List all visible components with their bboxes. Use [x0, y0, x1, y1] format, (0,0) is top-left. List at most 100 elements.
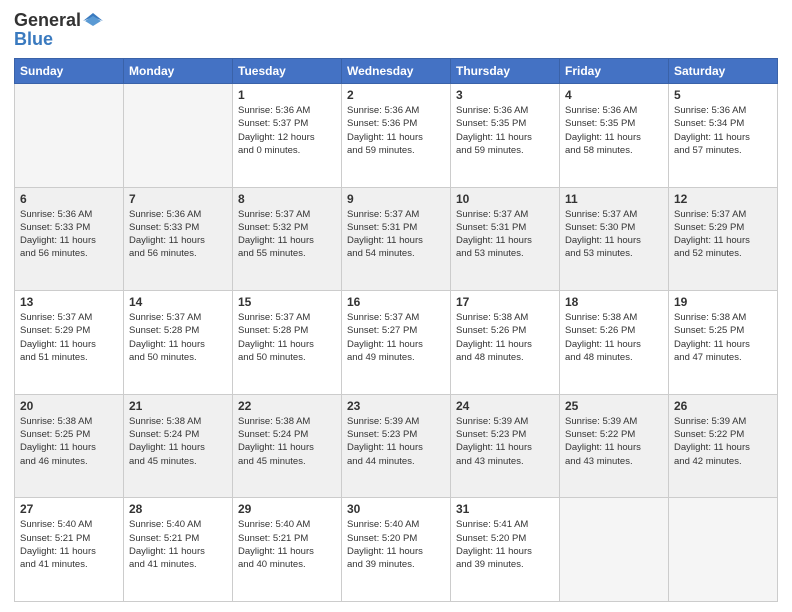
calendar-cell: 1Sunrise: 5:36 AM Sunset: 5:37 PM Daylig… — [233, 84, 342, 188]
day-info: Sunrise: 5:39 AM Sunset: 5:22 PM Dayligh… — [565, 415, 663, 468]
calendar-week-row: 6 Sunrise: 5:36 AM Sunset: 5:33 PM Daylig… — [15, 187, 778, 291]
day-info: Sunrise: 5:38 AM Sunset: 5:26 PM Dayligh… — [456, 311, 554, 364]
day-number: 17 — [456, 295, 554, 309]
calendar-header-row: SundayMondayTuesdayWednesdayThursdayFrid… — [15, 59, 778, 84]
calendar-cell: 18 Sunrise: 5:38 AM Sunset: 5:26 PM Dayli… — [560, 291, 669, 395]
day-number: 5 — [674, 88, 772, 102]
calendar-week-row: 13 Sunrise: 5:37 AM Sunset: 5:29 PM Dayli… — [15, 291, 778, 395]
day-info: Sunrise: 5:40 AM Sunset: 5:21 PM Dayligh… — [238, 518, 336, 571]
day-info: Sunrise: 5:37 AM Sunset: 5:32 PM Dayligh… — [238, 208, 336, 261]
calendar-week-row: 1Sunrise: 5:36 AM Sunset: 5:37 PM Daylig… — [15, 84, 778, 188]
logo-blue-text: Blue — [14, 29, 53, 50]
day-number: 24 — [456, 399, 554, 413]
calendar-cell: 12Sunrise: 5:37 AM Sunset: 5:29 PM Dayli… — [669, 187, 778, 291]
calendar-cell: 20 Sunrise: 5:38 AM Sunset: 5:25 PM Dayli… — [15, 394, 124, 498]
calendar-cell: 10 Sunrise: 5:37 AM Sunset: 5:31 PM Dayli… — [451, 187, 560, 291]
day-info: Sunrise: 5:37 AM Sunset: 5:29 PM Dayligh… — [20, 311, 118, 364]
day-info: Sunrise: 5:40 AM Sunset: 5:21 PM Dayligh… — [20, 518, 118, 571]
calendar-table: SundayMondayTuesdayWednesdayThursdayFrid… — [14, 58, 778, 602]
day-number: 30 — [347, 502, 445, 516]
calendar-cell: 31 Sunrise: 5:41 AM Sunset: 5:20 PM Dayli… — [451, 498, 560, 602]
calendar-cell: 16 Sunrise: 5:37 AM Sunset: 5:27 PM Dayli… — [342, 291, 451, 395]
day-info: Sunrise: 5:36 AM Sunset: 5:36 PM Dayligh… — [347, 104, 445, 157]
calendar-cell: 30Sunrise: 5:40 AM Sunset: 5:20 PM Dayli… — [342, 498, 451, 602]
calendar-cell: 17 Sunrise: 5:38 AM Sunset: 5:26 PM Dayli… — [451, 291, 560, 395]
calendar-cell: 28 Sunrise: 5:40 AM Sunset: 5:21 PM Dayli… — [124, 498, 233, 602]
day-number: 3 — [456, 88, 554, 102]
calendar-cell: 14Sunrise: 5:37 AM Sunset: 5:28 PM Dayli… — [124, 291, 233, 395]
day-info: Sunrise: 5:36 AM Sunset: 5:34 PM Dayligh… — [674, 104, 772, 157]
day-info: Sunrise: 5:36 AM Sunset: 5:35 PM Dayligh… — [456, 104, 554, 157]
calendar-cell: 22 Sunrise: 5:38 AM Sunset: 5:24 PM Dayli… — [233, 394, 342, 498]
day-number: 22 — [238, 399, 336, 413]
calendar-cell: 29 Sunrise: 5:40 AM Sunset: 5:21 PM Dayli… — [233, 498, 342, 602]
day-number: 16 — [347, 295, 445, 309]
day-info: Sunrise: 5:38 AM Sunset: 5:25 PM Dayligh… — [20, 415, 118, 468]
day-info: Sunrise: 5:36 AM Sunset: 5:33 PM Dayligh… — [20, 208, 118, 261]
day-number: 8 — [238, 192, 336, 206]
day-info: Sunrise: 5:40 AM Sunset: 5:21 PM Dayligh… — [129, 518, 227, 571]
day-info: Sunrise: 5:37 AM Sunset: 5:31 PM Dayligh… — [456, 208, 554, 261]
calendar-cell: 7Sunrise: 5:36 AM Sunset: 5:33 PM Daylig… — [124, 187, 233, 291]
day-info: Sunrise: 5:36 AM Sunset: 5:33 PM Dayligh… — [129, 208, 227, 261]
day-info: Sunrise: 5:38 AM Sunset: 5:24 PM Dayligh… — [238, 415, 336, 468]
weekday-header-friday: Friday — [560, 59, 669, 84]
day-number: 20 — [20, 399, 118, 413]
calendar-cell — [124, 84, 233, 188]
logo: General Blue — [14, 10, 103, 50]
day-number: 26 — [674, 399, 772, 413]
day-number: 11 — [565, 192, 663, 206]
header: General Blue — [14, 10, 778, 50]
calendar-cell: 6 Sunrise: 5:36 AM Sunset: 5:33 PM Daylig… — [15, 187, 124, 291]
weekday-header-monday: Monday — [124, 59, 233, 84]
weekday-header-sunday: Sunday — [15, 59, 124, 84]
day-info: Sunrise: 5:37 AM Sunset: 5:29 PM Dayligh… — [674, 208, 772, 261]
day-number: 27 — [20, 502, 118, 516]
day-info: Sunrise: 5:41 AM Sunset: 5:20 PM Dayligh… — [456, 518, 554, 571]
day-info: Sunrise: 5:37 AM Sunset: 5:27 PM Dayligh… — [347, 311, 445, 364]
weekday-header-thursday: Thursday — [451, 59, 560, 84]
day-number: 31 — [456, 502, 554, 516]
day-info: Sunrise: 5:37 AM Sunset: 5:30 PM Dayligh… — [565, 208, 663, 261]
calendar-cell: 23Sunrise: 5:39 AM Sunset: 5:23 PM Dayli… — [342, 394, 451, 498]
calendar-cell: 13 Sunrise: 5:37 AM Sunset: 5:29 PM Dayli… — [15, 291, 124, 395]
day-number: 10 — [456, 192, 554, 206]
calendar-week-row: 27 Sunrise: 5:40 AM Sunset: 5:21 PM Dayli… — [15, 498, 778, 602]
day-number: 18 — [565, 295, 663, 309]
day-info: Sunrise: 5:39 AM Sunset: 5:23 PM Dayligh… — [456, 415, 554, 468]
calendar-cell — [15, 84, 124, 188]
calendar-cell: 19Sunrise: 5:38 AM Sunset: 5:25 PM Dayli… — [669, 291, 778, 395]
day-info: Sunrise: 5:37 AM Sunset: 5:28 PM Dayligh… — [238, 311, 336, 364]
calendar-cell: 8 Sunrise: 5:37 AM Sunset: 5:32 PM Daylig… — [233, 187, 342, 291]
calendar-cell: 27 Sunrise: 5:40 AM Sunset: 5:21 PM Dayli… — [15, 498, 124, 602]
calendar-cell: 3 Sunrise: 5:36 AM Sunset: 5:35 PM Daylig… — [451, 84, 560, 188]
calendar-cell: 26 Sunrise: 5:39 AM Sunset: 5:22 PM Dayli… — [669, 394, 778, 498]
calendar-cell: 4Sunrise: 5:36 AM Sunset: 5:35 PM Daylig… — [560, 84, 669, 188]
day-number: 29 — [238, 502, 336, 516]
calendar-cell: 21Sunrise: 5:38 AM Sunset: 5:24 PM Dayli… — [124, 394, 233, 498]
calendar-cell: 25 Sunrise: 5:39 AM Sunset: 5:22 PM Dayli… — [560, 394, 669, 498]
logo-icon — [83, 13, 103, 29]
day-info: Sunrise: 5:38 AM Sunset: 5:26 PM Dayligh… — [565, 311, 663, 364]
day-number: 25 — [565, 399, 663, 413]
day-info: Sunrise: 5:37 AM Sunset: 5:31 PM Dayligh… — [347, 208, 445, 261]
day-info: Sunrise: 5:39 AM Sunset: 5:22 PM Dayligh… — [674, 415, 772, 468]
day-number: 13 — [20, 295, 118, 309]
logo-general-text: General — [14, 10, 81, 31]
calendar-cell: 15Sunrise: 5:37 AM Sunset: 5:28 PM Dayli… — [233, 291, 342, 395]
day-number: 28 — [129, 502, 227, 516]
weekday-header-saturday: Saturday — [669, 59, 778, 84]
calendar-cell — [669, 498, 778, 602]
day-number: 6 — [20, 192, 118, 206]
calendar-cell: 9Sunrise: 5:37 AM Sunset: 5:31 PM Daylig… — [342, 187, 451, 291]
weekday-header-tuesday: Tuesday — [233, 59, 342, 84]
calendar-cell: 24 Sunrise: 5:39 AM Sunset: 5:23 PM Dayli… — [451, 394, 560, 498]
day-info: Sunrise: 5:36 AM Sunset: 5:37 PM Dayligh… — [238, 104, 336, 157]
calendar-cell: 2 Sunrise: 5:36 AM Sunset: 5:36 PM Daylig… — [342, 84, 451, 188]
day-number: 2 — [347, 88, 445, 102]
day-info: Sunrise: 5:36 AM Sunset: 5:35 PM Dayligh… — [565, 104, 663, 157]
weekday-header-wednesday: Wednesday — [342, 59, 451, 84]
day-number: 23 — [347, 399, 445, 413]
day-number: 21 — [129, 399, 227, 413]
day-info: Sunrise: 5:38 AM Sunset: 5:25 PM Dayligh… — [674, 311, 772, 364]
